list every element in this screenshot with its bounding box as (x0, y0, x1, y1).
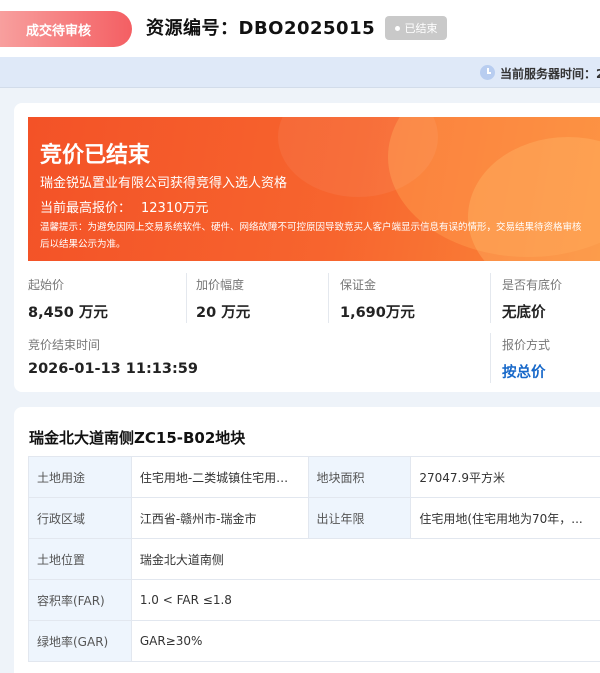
region-label: 行政区域 (28, 497, 132, 539)
status-badge: 成交待审核 (0, 11, 132, 47)
increment-value: 20 万元 (196, 305, 251, 321)
winner-text: 瑞金锐弘置业有限公司获得竞得入选人资格 (40, 176, 288, 191)
land-use-label: 土地用途 (28, 456, 132, 498)
warm-tip: 温馨提示：为避免因网上交易系统软件、硬件、网络故障不可控原因导致竞买人客户端显示… (40, 222, 582, 250)
auction-result-card: 竞价已结束 瑞金锐弘置业有限公司获得竞得入选人资格 当前最高报价： 12310万元… (14, 103, 600, 392)
banner-title: 竞价已结束 (40, 143, 151, 168)
ended-badge-label: 已结束 (404, 22, 438, 35)
plot-area-label: 地块面积 (307, 456, 412, 498)
location-label: 土地位置 (28, 538, 132, 580)
gar-label: 绿地率(GAR) (28, 620, 132, 662)
gar-value: GAR≥30% (130, 620, 600, 662)
ended-badge: 已结束 (385, 16, 447, 40)
far-label: 容积率(FAR) (28, 579, 132, 621)
quote-method-label: 报价方式 (502, 338, 551, 352)
divider (490, 273, 491, 323)
lease-term-label: 出让年限 (307, 497, 412, 539)
resource-id-title: 资源编号：DBO2025015 (146, 18, 376, 39)
increment-label: 加价幅度 (196, 278, 245, 292)
result-banner: 竞价已结束 瑞金锐弘置业有限公司获得竞得入选人资格 当前最高报价： 12310万元… (28, 117, 600, 261)
quote-method-value: 按总价 (502, 365, 546, 381)
start-price-value: 8,450 万元 (28, 305, 108, 321)
deposit-value: 1,690万元 (340, 305, 415, 321)
plot-details-card: 瑞金北大道南侧ZC15-B02地块 土地用途 住宅用地-二类城镇住宅用地... … (14, 407, 600, 673)
dot-icon (394, 25, 400, 31)
clock-icon (480, 65, 495, 80)
highest-price-label: 当前最高报价： (40, 201, 132, 216)
reserve-value: 无底价 (502, 305, 546, 321)
plot-title: 瑞金北大道南侧ZC15-B02地块 (29, 429, 246, 447)
server-time-label: 当前服务器时间：2 (500, 67, 600, 81)
table-row: 容积率(FAR) 1.0 < FAR ≤1.8 (28, 579, 600, 621)
start-price-label: 起始价 (28, 278, 65, 292)
land-use-value: 住宅用地-二类城镇住宅用地... (130, 456, 309, 498)
plot-info-table: 土地用途 住宅用地-二类城镇住宅用地... 地块面积 27047.9平方米 行政… (28, 456, 600, 662)
table-row: 行政区域 江西省-赣州市-瑞金市 出让年限 住宅用地(住宅用地为70年，... (28, 497, 600, 539)
table-row: 绿地率(GAR) GAR≥30% (28, 620, 600, 662)
header-bar: 成交待审核 资源编号：DBO2025015 已结束 (0, 0, 600, 57)
divider (328, 273, 329, 323)
far-value: 1.0 < FAR ≤1.8 (130, 579, 600, 621)
deposit-label: 保证金 (340, 278, 377, 292)
divider (186, 273, 187, 323)
highest-price: 当前最高报价： 12310万元 (40, 197, 208, 216)
server-time-bar: 当前服务器时间：2 (0, 57, 600, 88)
table-row: 土地用途 住宅用地-二类城镇住宅用地... 地块面积 27047.9平方米 (28, 456, 600, 498)
location-value: 瑞金北大道南侧 (130, 538, 600, 580)
region-value: 江西省-赣州市-瑞金市 (130, 497, 309, 539)
end-time-label: 竞价结束时间 (28, 338, 101, 352)
end-time-value: 2026-01-13 11:13:59 (28, 361, 198, 377)
table-row: 土地位置 瑞金北大道南侧 (28, 538, 600, 580)
reserve-label: 是否有底价 (502, 278, 563, 292)
divider (490, 333, 491, 383)
plot-area-value: 27047.9平方米 (410, 456, 600, 498)
lease-term-value: 住宅用地(住宅用地为70年，... (410, 497, 600, 539)
highest-price-value: 12310万元 (141, 201, 209, 216)
